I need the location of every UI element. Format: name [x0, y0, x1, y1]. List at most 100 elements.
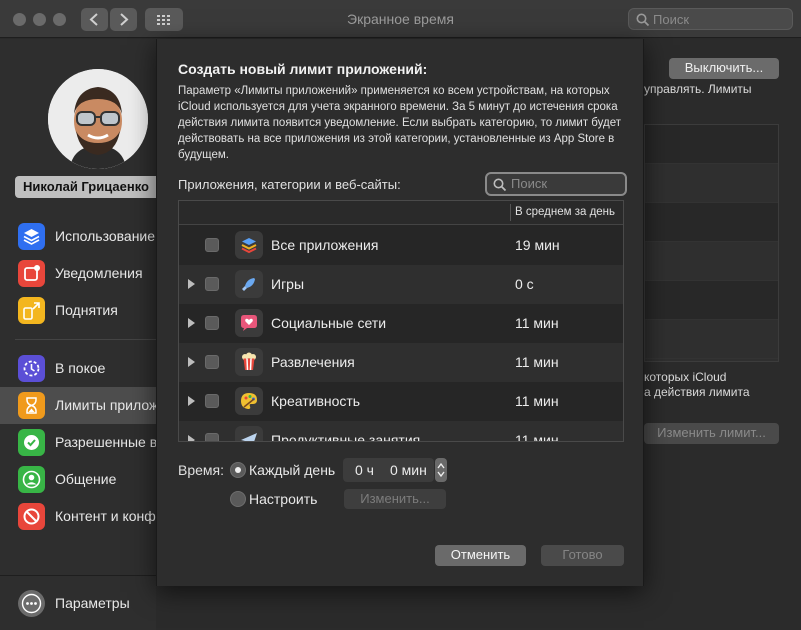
table-row[interactable]: Развлечения 11 мин [179, 343, 623, 382]
row-time: 11 мин [515, 393, 559, 409]
paper-plane-icon [235, 426, 263, 441]
sidebar-item-label: Использование [55, 228, 156, 244]
row-checkbox[interactable] [205, 238, 219, 252]
hours-value[interactable]: 0 ч [355, 462, 374, 478]
contacts-icon [18, 466, 45, 493]
background-text: управлять. Лимиты [644, 82, 752, 96]
pickup-icon [18, 297, 45, 324]
title-bar: Экранное время Поиск [0, 0, 801, 38]
sidebar: Николай Грицаенко Использование Уведомле… [0, 39, 263, 630]
disclosure-triangle-icon[interactable] [188, 435, 195, 441]
user-selector[interactable]: Николай Грицаенко [15, 176, 171, 198]
average-column-header[interactable]: В среднем за день [515, 206, 623, 218]
sidebar-item-content-privacy[interactable]: Контент и конфиденциальность [0, 498, 263, 535]
layers-icon [18, 223, 45, 250]
social-heart-icon [235, 309, 263, 337]
row-time: 11 мин [515, 315, 559, 331]
sidebar-item-notifications[interactable]: Уведомления [0, 255, 156, 292]
table-row [645, 125, 778, 164]
row-checkbox[interactable] [205, 355, 219, 369]
sidebar-item-label: Общение [55, 471, 117, 487]
time-limit-field[interactable]: 0 ч 0 мин [343, 458, 434, 482]
row-checkbox[interactable] [205, 316, 219, 330]
apps-label: Приложения, категории и веб-сайты: [178, 177, 401, 192]
sidebar-item-label: В покое [55, 360, 106, 376]
sidebar-item-label: Уведомления [55, 265, 143, 281]
apps-search-input[interactable]: Поиск [485, 172, 627, 196]
row-checkbox[interactable] [205, 433, 219, 441]
restriction-icon [18, 503, 45, 530]
notification-icon [18, 260, 45, 287]
table-row[interactable]: Все приложения 19 мин [179, 226, 623, 265]
sidebar-item-usage[interactable]: Использование [0, 218, 156, 255]
row-checkbox[interactable] [205, 394, 219, 408]
row-time: 11 мин [515, 432, 559, 442]
every-day-label: Каждый день [249, 462, 336, 478]
row-name: Игры [271, 276, 305, 292]
row-time: 0 с [515, 276, 534, 292]
window-search-input[interactable]: Поиск [628, 8, 793, 30]
table-row [645, 203, 778, 242]
table-row [645, 242, 778, 281]
palette-icon [235, 387, 263, 415]
window-search-placeholder: Поиск [653, 12, 690, 27]
disclosure-triangle-icon[interactable] [188, 396, 195, 406]
table-row[interactable]: Продуктивные занятия 11 мин [179, 421, 623, 442]
custom-label: Настроить [249, 491, 318, 507]
apps-search-placeholder: Поиск [511, 176, 548, 191]
edit-limit-button[interactable]: Изменить лимит... [644, 423, 779, 444]
popcorn-icon [235, 348, 263, 376]
sidebar-item-label: Поднятия [55, 302, 118, 318]
sidebar-item-options[interactable]: Параметры [0, 585, 156, 622]
sidebar-item-communication[interactable]: Общение [0, 461, 156, 498]
row-name: Социальные сети [271, 315, 387, 331]
minutes-value[interactable]: 0 мин [390, 462, 427, 478]
custom-radio[interactable] [230, 491, 246, 507]
table-row[interactable]: Креативность 11 мин [179, 382, 623, 421]
row-checkbox[interactable] [205, 277, 219, 291]
background-limits-table [644, 124, 779, 362]
every-day-radio[interactable] [230, 462, 246, 478]
background-text: которых iCloud [644, 370, 727, 384]
apps-table: В среднем за день Все приложения 19 мин … [178, 200, 624, 442]
row-name: Продуктивные занятия [271, 432, 421, 442]
table-row [645, 320, 778, 359]
memoji-avatar-icon [48, 69, 148, 169]
table-row[interactable]: Игры 0 с [179, 265, 623, 304]
sidebar-item-always-allowed[interactable]: Разрешенные всегда [0, 424, 192, 461]
disclosure-triangle-icon[interactable] [188, 318, 195, 328]
table-row[interactable]: Социальные сети 11 мин [179, 304, 623, 343]
table-header: В среднем за день [179, 201, 623, 225]
time-stepper[interactable] [435, 458, 447, 482]
cancel-button[interactable]: Отменить [435, 545, 526, 566]
sidebar-item-downtime[interactable]: В покое [0, 350, 156, 387]
row-name: Все приложения [271, 237, 379, 253]
row-name: Развлечения [271, 354, 355, 370]
new-app-limit-sheet: Создать новый лимит приложений: Параметр… [156, 39, 644, 586]
stack-icon [235, 231, 263, 259]
done-button[interactable]: Готово [541, 545, 624, 566]
rocket-icon [235, 270, 263, 298]
background-text: а действия лимита [644, 385, 750, 399]
search-icon [636, 13, 650, 27]
change-schedule-button[interactable]: Изменить... [344, 489, 446, 509]
ellipsis-icon [18, 590, 45, 617]
hourglass-icon [18, 392, 45, 419]
table-row [645, 164, 778, 203]
time-label: Время: [178, 462, 225, 478]
downtime-icon [18, 355, 45, 382]
sidebar-item-label: Параметры [55, 595, 130, 611]
row-time: 19 мин [515, 237, 560, 253]
avatar[interactable] [48, 69, 148, 169]
disclosure-triangle-icon[interactable] [188, 357, 195, 367]
sidebar-item-pickups[interactable]: Поднятия [0, 292, 156, 329]
sidebar-divider [15, 339, 156, 340]
sheet-title: Создать новый лимит приложений: [178, 61, 428, 77]
table-row [645, 281, 778, 320]
disable-button[interactable]: Выключить... [669, 58, 779, 79]
row-name: Креативность [271, 393, 361, 409]
row-time: 11 мин [515, 354, 559, 370]
checkmark-icon [18, 429, 45, 456]
sheet-description: Параметр «Лимиты приложений» применяется… [178, 85, 621, 161]
disclosure-triangle-icon[interactable] [188, 279, 195, 289]
